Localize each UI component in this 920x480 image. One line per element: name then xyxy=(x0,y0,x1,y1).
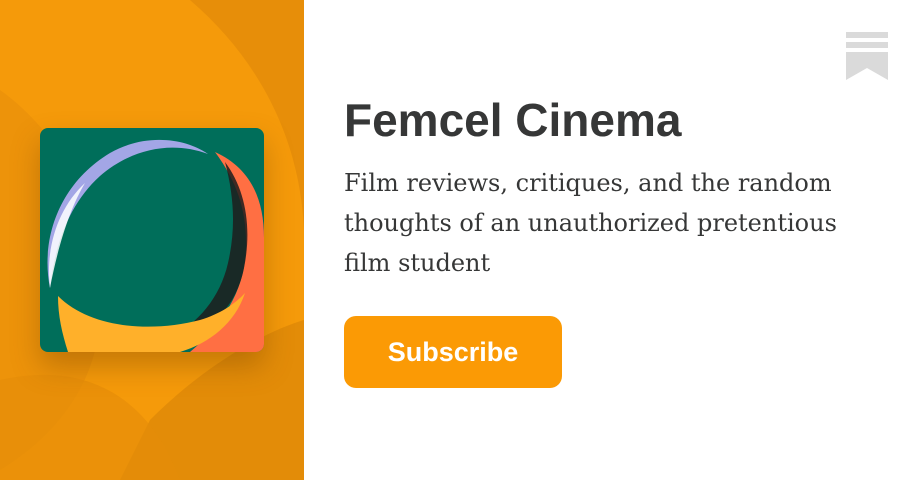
publication-title: Femcel Cinema xyxy=(344,94,682,146)
substack-bookmark-icon xyxy=(846,32,888,80)
subscribe-button[interactable]: Subscribe xyxy=(344,316,562,388)
publication-description: Film reviews, critiques, and the random … xyxy=(344,169,837,277)
publication-cover-panel xyxy=(0,0,304,480)
publication-logo xyxy=(40,128,264,352)
